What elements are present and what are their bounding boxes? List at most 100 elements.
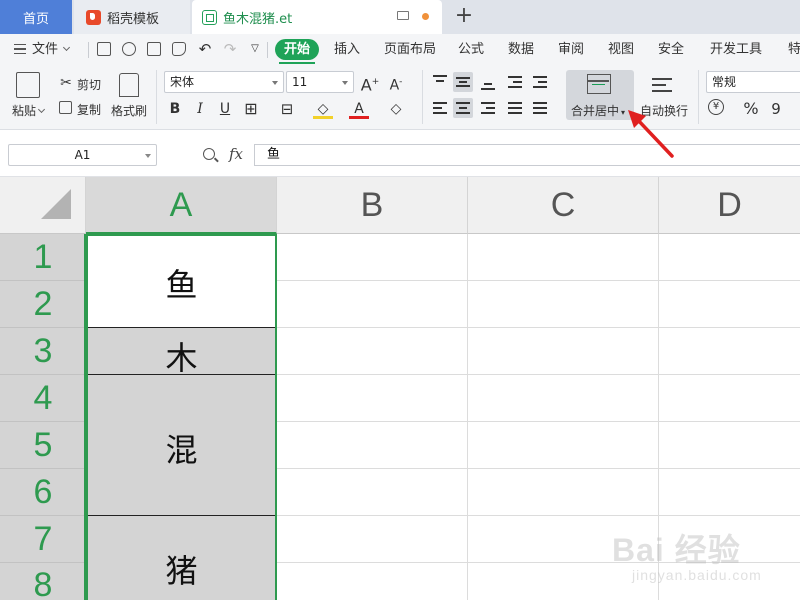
divider <box>88 42 89 58</box>
new-tab-button[interactable]: + <box>452 4 476 28</box>
menu-security[interactable]: 安全 <box>658 40 684 60</box>
insert-function-button[interactable]: fx <box>229 145 243 163</box>
increase-font-button[interactable]: A+ <box>360 72 380 94</box>
thousands-separator-button[interactable]: 9 <box>766 99 786 119</box>
cell-a7-merged[interactable]: 猪 <box>86 516 277 600</box>
percent-button[interactable]: % <box>741 99 761 119</box>
tab-file-label: 鱼木混猪.et <box>223 11 293 27</box>
distributed-align-icon[interactable] <box>530 98 550 118</box>
row-header-4[interactable]: 4 <box>0 375 86 422</box>
copy-icon[interactable] <box>59 101 72 114</box>
indent-decrease-icon[interactable] <box>505 72 525 92</box>
row-header-1[interactable]: 1 <box>0 234 86 281</box>
cut-button[interactable]: 剪切 <box>77 76 101 93</box>
font-size-select[interactable]: 11 <box>286 71 354 93</box>
row-header-5[interactable]: 5 <box>0 422 86 469</box>
export-icon[interactable] <box>122 42 136 56</box>
paste-icon[interactable] <box>16 72 40 98</box>
print-preview-icon[interactable] <box>172 42 186 56</box>
align-bottom-icon[interactable] <box>478 72 498 92</box>
menu-file[interactable]: 文件 <box>14 40 71 60</box>
align-right-icon[interactable] <box>478 98 498 118</box>
menu-start[interactable]: 开始 <box>275 39 319 60</box>
grid-line <box>277 421 800 422</box>
row-header-6[interactable]: 6 <box>0 469 86 516</box>
formula-bar: A1 fx 鱼 <box>0 131 800 177</box>
cell-style-icon[interactable]: ⊟ <box>277 99 297 119</box>
select-all-corner[interactable] <box>0 177 86 234</box>
select-all-triangle-icon <box>41 189 71 219</box>
align-left-icon[interactable] <box>430 98 450 118</box>
menu-insert[interactable]: 插入 <box>334 40 360 60</box>
justify-icon[interactable] <box>505 98 525 118</box>
row-header-7[interactable]: 7 <box>0 516 86 563</box>
row-header-2[interactable]: 2 <box>0 281 86 328</box>
menu-file-label: 文件 <box>32 42 59 57</box>
cell-a3-text: 木 <box>165 339 198 377</box>
decrease-font-button[interactable]: A- <box>386 72 406 94</box>
menu-review[interactable]: 审阅 <box>558 40 584 60</box>
font-color-button[interactable]: A <box>349 99 369 119</box>
menu-bar: 文件 ↶ ↷ ▽ 开始 插入 页面布局 公式 数据 审阅 视图 安全 开发工具 … <box>0 34 800 64</box>
tab-file[interactable]: 鱼木混猪.et <box>192 0 442 34</box>
scissors-icon[interactable]: ✂ <box>56 73 76 93</box>
merge-center-label: 合并居中 ▾ <box>571 104 626 118</box>
menu-page-layout[interactable]: 页面布局 <box>384 40 436 60</box>
fill-color-icon[interactable]: ◇ <box>313 99 333 119</box>
align-center-icon[interactable] <box>453 98 473 118</box>
column-header-a[interactable]: A <box>86 177 277 234</box>
menu-formulas[interactable]: 公式 <box>458 40 484 60</box>
paste-label: 粘贴 <box>12 104 37 118</box>
menu-developer[interactable]: 开发工具 <box>710 40 762 60</box>
align-middle-icon[interactable] <box>453 72 473 92</box>
print-icon[interactable] <box>147 42 161 56</box>
format-painter-button[interactable]: 格式刷 <box>111 102 147 119</box>
name-box-value: A1 <box>74 148 91 162</box>
spreadsheet-file-icon <box>202 9 217 25</box>
redo-icon[interactable]: ↷ <box>220 39 240 59</box>
zoom-icon[interactable] <box>203 148 215 160</box>
row-header-8[interactable]: 8 <box>0 563 86 600</box>
customize-dropdown-icon[interactable]: ▽ <box>245 39 265 59</box>
wrap-text-icon[interactable] <box>652 75 674 95</box>
format-painter-icon[interactable] <box>119 73 139 97</box>
bold-button[interactable]: B <box>165 99 185 119</box>
border-icon[interactable]: ⊞ <box>241 99 261 119</box>
ribbon-toolbar: 粘贴 ✂ 剪切 复制 格式刷 宋体 11 A+ A- B I U ⊞ ⊟ ◇ A… <box>0 64 800 130</box>
dropdown-arrow-icon <box>272 81 278 85</box>
hamburger-icon <box>14 44 26 54</box>
grid-line <box>467 234 468 600</box>
undo-icon[interactable]: ↶ <box>195 39 215 59</box>
indent-increase-icon[interactable] <box>530 72 550 92</box>
monitor-icon[interactable] <box>397 11 409 20</box>
cell-a4-text: 混 <box>165 431 198 469</box>
cell-a1-merged[interactable]: 鱼 <box>86 234 277 328</box>
cell-a4-merged[interactable]: 混 <box>86 375 277 516</box>
watermark-site: jingyan.baidu.com <box>632 567 762 583</box>
currency-button[interactable]: ¥ <box>708 99 724 115</box>
row-header-3[interactable]: 3 <box>0 328 86 375</box>
copy-button[interactable]: 复制 <box>77 101 101 118</box>
column-header-b[interactable]: B <box>277 177 468 234</box>
divider <box>156 70 157 124</box>
column-header-c[interactable]: C <box>468 177 659 234</box>
save-icon[interactable] <box>97 42 111 56</box>
italic-button[interactable]: I <box>190 99 210 119</box>
cell-a3[interactable]: 木 <box>86 328 277 377</box>
tab-template[interactable]: 稻壳模板 <box>74 0 190 34</box>
divider <box>422 70 423 124</box>
menu-special[interactable]: 特 <box>788 40 800 60</box>
font-name-select[interactable]: 宋体 <box>164 71 284 93</box>
menu-data[interactable]: 数据 <box>508 40 534 60</box>
column-header-d[interactable]: D <box>659 177 800 234</box>
tab-home[interactable]: 首页 <box>0 0 72 34</box>
underline-button[interactable]: U <box>215 99 235 119</box>
clear-format-icon[interactable]: ◇ <box>386 99 406 119</box>
align-top-icon[interactable] <box>430 72 450 92</box>
divider <box>698 70 699 124</box>
number-format-select[interactable]: 常规 <box>706 71 800 93</box>
menu-view[interactable]: 视图 <box>608 40 634 60</box>
formula-input[interactable]: 鱼 <box>254 144 800 166</box>
name-box[interactable]: A1 <box>8 144 157 166</box>
paste-button[interactable]: 粘贴 <box>12 102 46 119</box>
